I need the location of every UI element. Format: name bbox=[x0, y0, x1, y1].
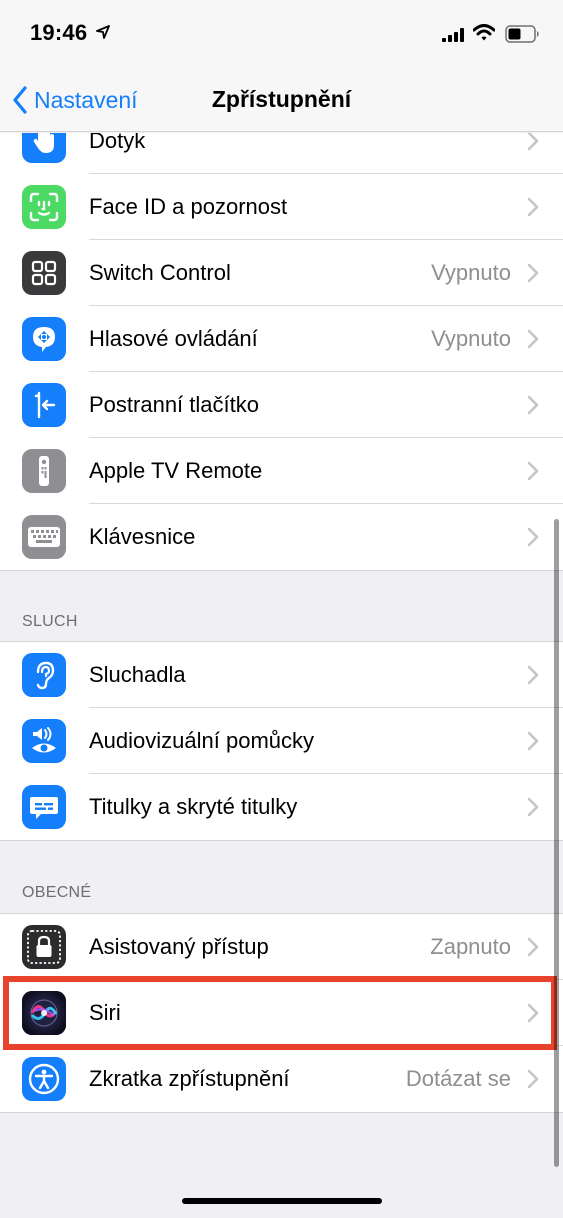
chevron-right-icon bbox=[527, 1069, 539, 1089]
row-voice-control[interactable]: Hlasové ovládání Vypnuto bbox=[0, 306, 563, 372]
row-label: Audiovizuální pomůcky bbox=[89, 728, 315, 753]
guided-access-lock-icon bbox=[22, 925, 66, 969]
row-keyboard[interactable]: Klávesnice bbox=[0, 504, 563, 570]
scroll-indicator[interactable] bbox=[554, 519, 559, 1167]
chevron-right-icon bbox=[527, 665, 539, 685]
hearing-group: Sluchadla Audiovizuální pomůcky Titulky … bbox=[0, 641, 563, 841]
chevron-right-icon bbox=[527, 797, 539, 817]
side-button-icon bbox=[22, 383, 66, 427]
status-time: 19:46 bbox=[30, 20, 88, 45]
keyboard-icon bbox=[22, 515, 66, 559]
page-title: Zpřístupnění bbox=[211, 86, 352, 112]
row-label: Face ID a pozornost bbox=[89, 194, 288, 219]
status-bar: 19:46 bbox=[0, 0, 563, 68]
row-audio-visual[interactable]: Audiovizuální pomůcky bbox=[0, 708, 563, 774]
accessibility-shortcut-icon bbox=[22, 1057, 66, 1101]
row-apple-tv-remote[interactable]: Apple TV Remote bbox=[0, 438, 563, 504]
row-label: Sluchadla bbox=[89, 662, 186, 687]
row-face-id[interactable]: Face ID a pozornost bbox=[0, 174, 563, 240]
row-guided-access[interactable]: Asistovaný přístup Zapnuto bbox=[0, 914, 563, 980]
tv-remote-icon bbox=[22, 449, 66, 493]
row-switch-control[interactable]: Switch Control Vypnuto bbox=[0, 240, 563, 306]
chevron-right-icon bbox=[527, 395, 539, 415]
battery-icon bbox=[505, 25, 539, 43]
row-label: Asistovaný přístup bbox=[89, 934, 269, 959]
chevron-right-icon bbox=[527, 527, 539, 547]
row-label: Titulky a skryté titulky bbox=[89, 794, 298, 819]
navigation-bar: Nastavení Zpřístupnění bbox=[0, 68, 563, 132]
row-label: Siri bbox=[89, 1000, 121, 1025]
row-siri[interactable]: Siri bbox=[0, 980, 563, 1046]
chevron-right-icon bbox=[527, 197, 539, 217]
siri-icon bbox=[22, 991, 66, 1035]
row-label: Apple TV Remote bbox=[89, 458, 263, 483]
motor-group: Dotyk Face ID a pozornost Switch Control… bbox=[0, 133, 563, 571]
location-arrow-icon bbox=[96, 25, 110, 39]
section-header-hearing: SLUCH bbox=[22, 613, 78, 630]
ear-icon bbox=[22, 653, 66, 697]
row-value: Dotázat se bbox=[405, 1066, 511, 1091]
voice-control-icon bbox=[22, 317, 66, 361]
subtitles-icon bbox=[22, 785, 66, 829]
touch-hand-icon bbox=[22, 133, 66, 163]
row-side-button[interactable]: Postranní tlačítko bbox=[0, 372, 563, 438]
chevron-right-icon bbox=[527, 461, 539, 481]
row-subtitles[interactable]: Titulky a skryté titulky bbox=[0, 774, 563, 840]
row-label: Zkratka zpřístupnění bbox=[89, 1066, 290, 1091]
general-group: Asistovaný přístup Zapnuto Siri Zkratka … bbox=[0, 913, 563, 1113]
section-header-general: OBECNÉ bbox=[22, 884, 92, 901]
row-label: Klávesnice bbox=[89, 524, 196, 549]
settings-list[interactable]: Dotyk Face ID a pozornost Switch Control… bbox=[0, 133, 563, 1218]
row-accessibility-shortcut[interactable]: Zkratka zpřístupnění Dotázat se bbox=[0, 1046, 563, 1112]
wifi-icon bbox=[473, 24, 495, 41]
row-label: Dotyk bbox=[89, 133, 146, 153]
row-value: Zapnuto bbox=[430, 934, 511, 959]
face-id-icon bbox=[22, 185, 66, 229]
audio-visual-icon bbox=[22, 719, 66, 763]
row-label: Postranní tlačítko bbox=[89, 392, 259, 417]
chevron-right-icon bbox=[527, 937, 539, 957]
home-indicator[interactable] bbox=[182, 1198, 382, 1204]
row-label: Hlasové ovládání bbox=[89, 326, 258, 351]
chevron-right-icon bbox=[527, 263, 539, 283]
row-label: Switch Control bbox=[89, 260, 231, 285]
row-hearing-aids[interactable]: Sluchadla bbox=[0, 642, 563, 708]
row-value: Vypnuto bbox=[431, 326, 511, 351]
chevron-right-icon bbox=[527, 1003, 539, 1023]
chevron-right-icon bbox=[527, 133, 539, 151]
row-dotyk[interactable]: Dotyk bbox=[0, 133, 563, 174]
row-value: Vypnuto bbox=[431, 260, 511, 285]
switch-control-icon bbox=[22, 251, 66, 295]
chevron-right-icon bbox=[527, 731, 539, 751]
cellular-signal-icon bbox=[442, 28, 464, 42]
chevron-right-icon bbox=[527, 329, 539, 349]
